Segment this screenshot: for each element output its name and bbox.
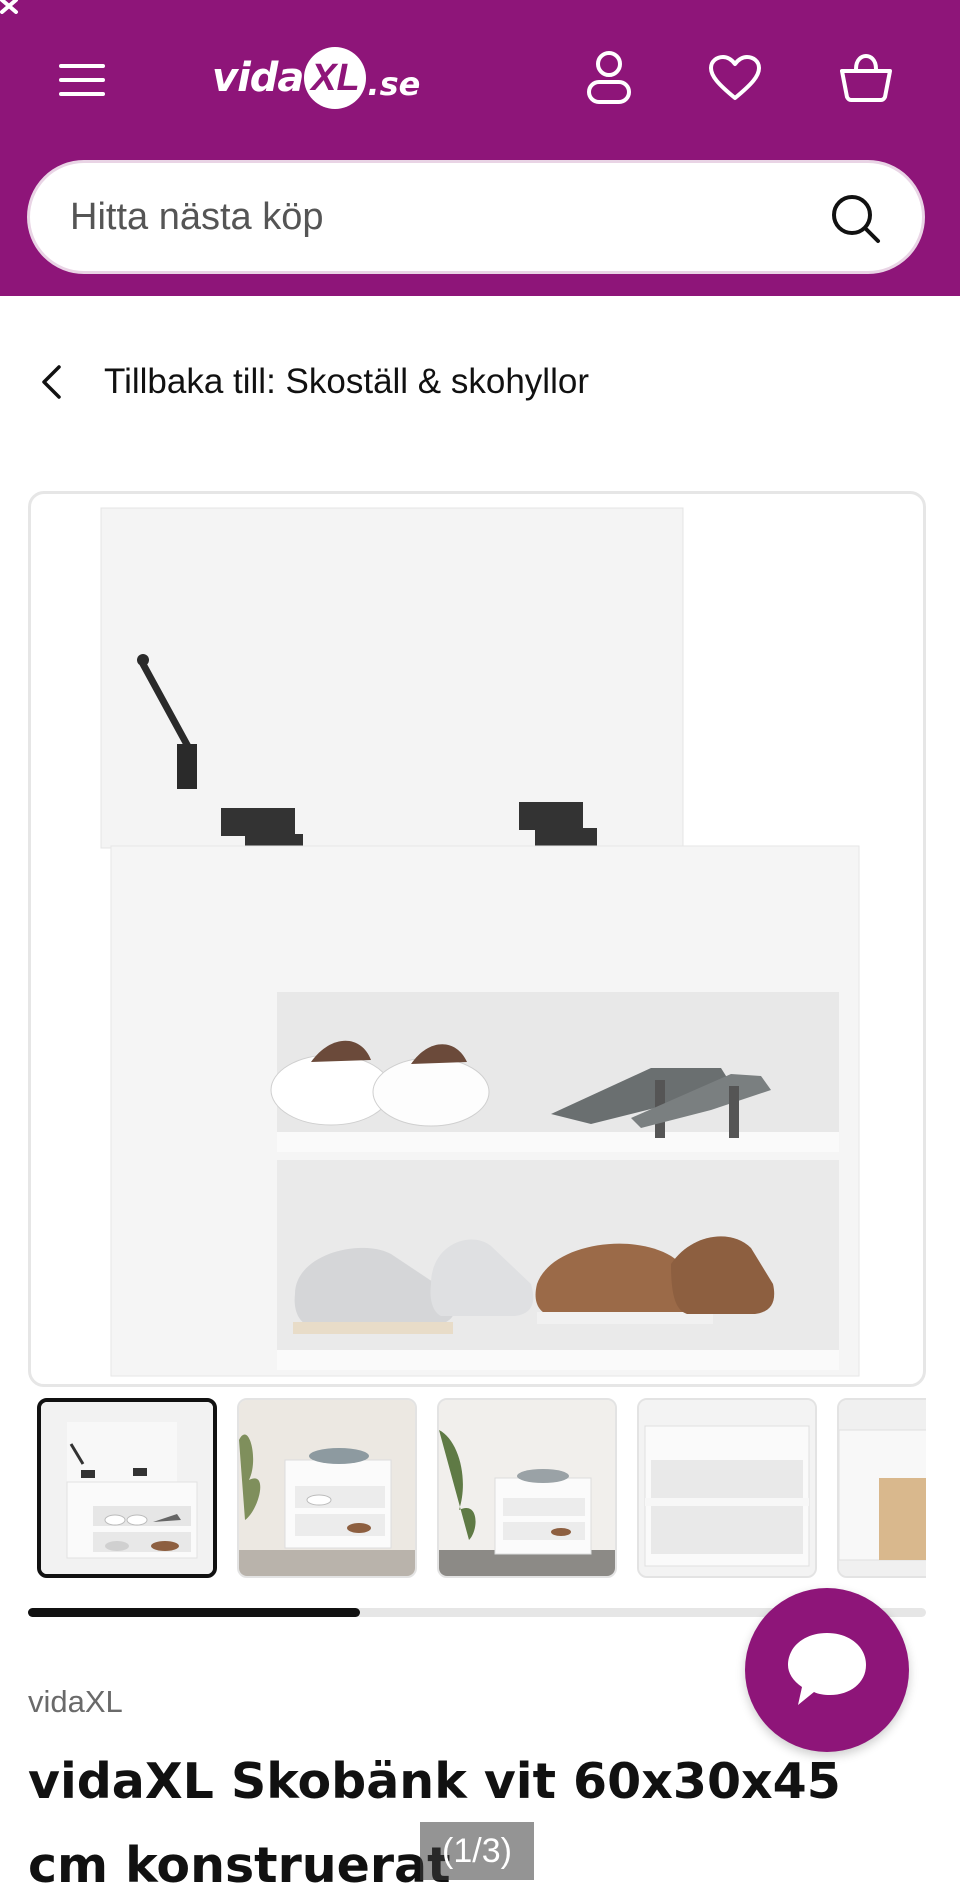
thumbnail-4[interactable]: [637, 1398, 817, 1578]
search-bar: [27, 160, 925, 274]
account-button[interactable]: [577, 46, 641, 110]
shoe-bench-photo: [100, 507, 860, 1377]
thumbnail-1[interactable]: [37, 1398, 217, 1578]
site-header: vida XL .se: [0, 0, 960, 296]
search-icon: [832, 195, 880, 243]
thumbnail-image: [839, 1400, 926, 1576]
wishlist-button[interactable]: [703, 46, 767, 110]
thumbnail-5[interactable]: [837, 1398, 926, 1578]
basket-icon: [840, 53, 892, 102]
logo-text-left: vida: [212, 55, 304, 101]
back-to-category-link[interactable]: Tillbaka till: Skoställ & skohyllor: [40, 350, 589, 414]
site-logo[interactable]: vida XL .se: [212, 38, 420, 118]
product-brand[interactable]: vidaXL: [28, 1684, 123, 1720]
heart-icon: [709, 55, 761, 100]
close-icon[interactable]: [0, 0, 34, 14]
logo-text-right: .se: [367, 65, 421, 103]
user-icon: [587, 51, 631, 104]
product-main-image[interactable]: [28, 491, 926, 1387]
thumbnail-strip[interactable]: [28, 1398, 926, 1582]
chat-bubble-icon: [788, 1633, 866, 1705]
thumbnail-image: [639, 1400, 815, 1576]
thumbnail-image: [239, 1400, 415, 1576]
menu-icon: [59, 64, 105, 96]
thumbnail-2[interactable]: [237, 1398, 417, 1578]
logo-mark: XL: [304, 47, 367, 109]
image-counter: (1/3): [420, 1822, 534, 1880]
thumbnail-3[interactable]: [437, 1398, 617, 1578]
product-title-line-1: vidaXL Skobänk vit 60x30x45: [28, 1753, 841, 1810]
search-button[interactable]: [826, 189, 886, 249]
thumbnail-image: [439, 1400, 615, 1576]
gallery-scroll-thumb[interactable]: [28, 1608, 361, 1617]
chat-button[interactable]: [745, 1588, 909, 1752]
back-link-label: Tillbaka till: Skoställ & skohyllor: [104, 362, 589, 401]
thumbnail-image: [41, 1402, 213, 1574]
menu-button[interactable]: [54, 56, 110, 104]
chevron-left-icon: [40, 362, 70, 402]
search-input[interactable]: [70, 187, 810, 247]
cart-button[interactable]: [834, 46, 898, 110]
